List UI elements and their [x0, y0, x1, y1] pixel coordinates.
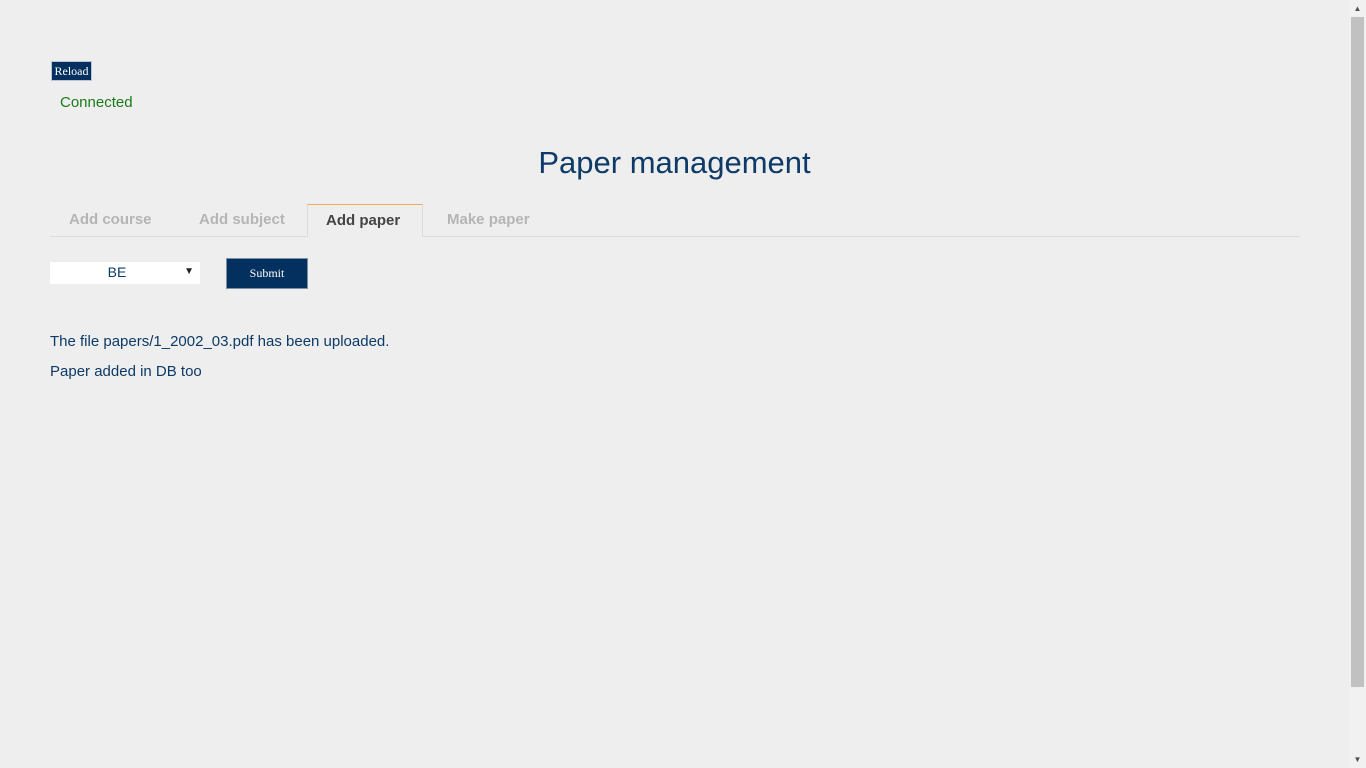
reload-button[interactable]: Reload: [51, 61, 92, 81]
upload-message: The file papers/1_2002_03.pdf has been u…: [50, 333, 390, 350]
tab-label: Add subject: [199, 211, 285, 228]
tab-add-subject[interactable]: Add subject: [180, 204, 297, 236]
vertical-scrollbar[interactable]: ▲ ▼: [1349, 0, 1366, 768]
tab-label: Add paper: [326, 212, 401, 229]
scroll-down-icon[interactable]: ▼: [1349, 751, 1366, 768]
tab-label: Make paper: [447, 211, 530, 228]
db-message: Paper added in DB too: [50, 363, 202, 380]
tab-add-course[interactable]: Add course: [50, 204, 164, 236]
tab-add-paper[interactable]: Add paper: [307, 204, 423, 237]
course-select[interactable]: BE ▼: [50, 262, 200, 284]
page-title: Paper management: [538, 145, 811, 180]
tab-label: Add course: [69, 211, 152, 228]
scroll-up-icon[interactable]: ▲: [1349, 0, 1366, 17]
tab-make-paper[interactable]: Make paper: [428, 204, 542, 236]
course-select-value: BE: [107, 264, 127, 280]
scroll-thumb[interactable]: [1351, 17, 1364, 687]
chevron-down-icon: ▼: [184, 266, 194, 277]
connection-status: Connected: [60, 94, 133, 111]
submit-button[interactable]: Submit: [226, 258, 308, 289]
tab-bar: Add course Add subject Add paper Make pa…: [50, 204, 1300, 237]
page: Reload Connected Paper management Add co…: [0, 0, 1349, 768]
